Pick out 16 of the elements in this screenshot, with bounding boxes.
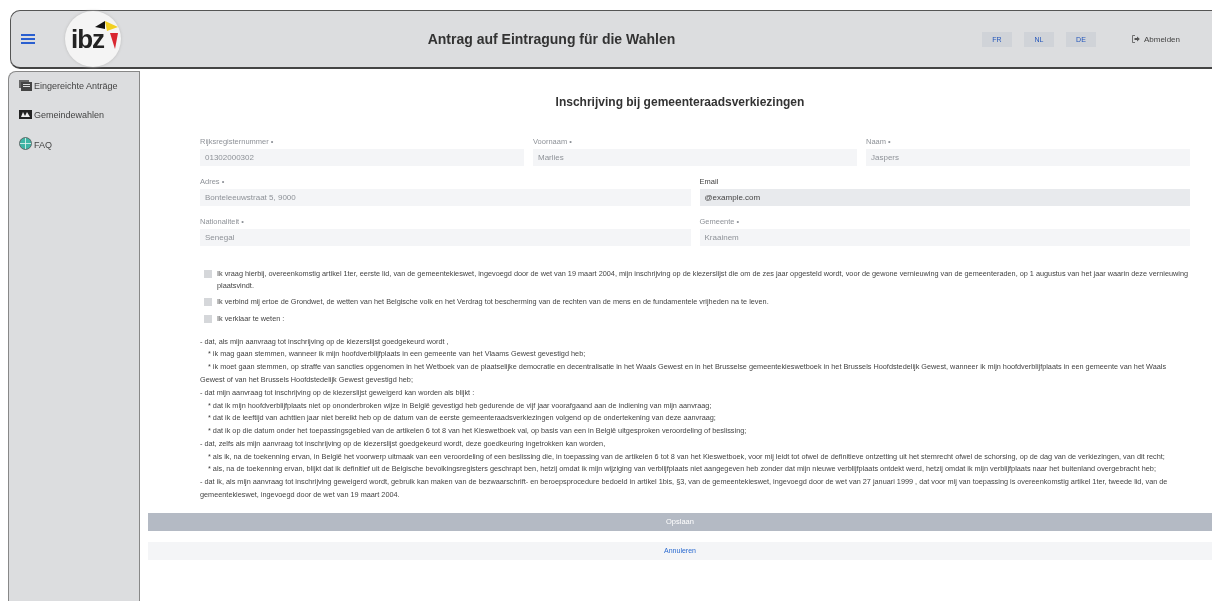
ballot-icon [19, 108, 32, 120]
checkbox[interactable] [204, 270, 212, 278]
input-field[interactable]: @example.com [699, 189, 1190, 206]
logout-icon [1131, 35, 1140, 43]
checkbox[interactable] [204, 315, 212, 323]
sidebar-item[interactable]: Eingereichte Anträge [19, 80, 129, 94]
sidebar-item[interactable]: Gemeindewahlen [19, 108, 129, 122]
form-title: Inschrijving bij gemeenteraadsverkiezingen [554, 95, 806, 109]
sidebar-item[interactable]: FAQ [19, 137, 129, 153]
menu-icon[interactable] [21, 33, 35, 45]
documents-icon [19, 80, 32, 91]
checkbox[interactable] [204, 298, 212, 307]
page-title: Antrag auf Eintragung für die Wahlen [426, 31, 677, 47]
logo: ibz [65, 11, 121, 67]
globe-icon [19, 137, 32, 150]
logout-button[interactable]: Abmelden [1125, 33, 1186, 45]
